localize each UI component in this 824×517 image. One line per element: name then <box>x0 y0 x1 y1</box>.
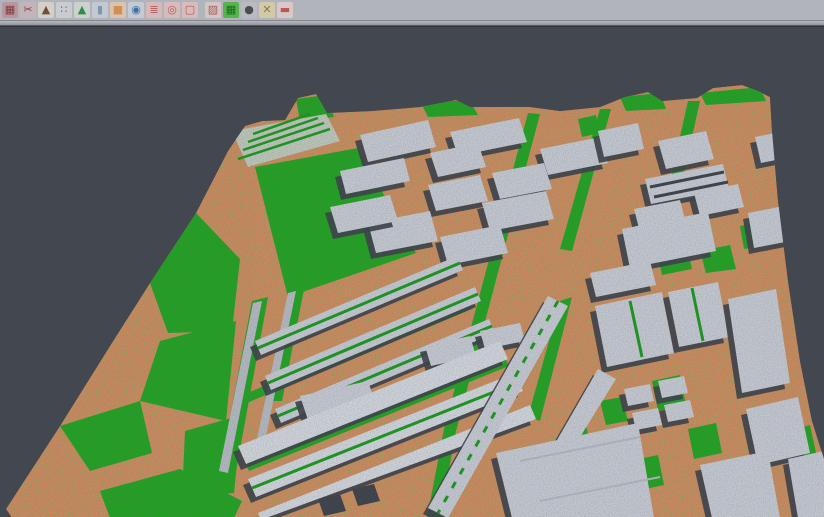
render-icon-glyph: ● <box>244 2 254 18</box>
scissors-icon-glyph: ✂ <box>23 2 32 18</box>
render-icon[interactable]: ● <box>241 2 257 18</box>
terrain-icon-glyph: ▲ <box>42 2 50 18</box>
globe-icon[interactable]: ◉ <box>128 2 144 18</box>
report-icon-glyph: ≣ <box>149 2 158 18</box>
terrain-icon[interactable]: ▲ <box>38 2 54 18</box>
dem-icon[interactable]: ▲ <box>74 2 90 18</box>
flag-icon-glyph: ▬ <box>280 2 290 18</box>
classification-icon[interactable]: ▦ <box>223 2 239 18</box>
dataset-icon-glyph: ▦ <box>5 2 15 18</box>
3d-viewport-canvas[interactable] <box>0 27 824 517</box>
report-icon[interactable]: ≣ <box>146 2 162 18</box>
classified-point-cloud <box>0 27 824 517</box>
3d-viewport[interactable] <box>0 26 824 517</box>
point-cloud-icon[interactable]: ∷ <box>56 2 72 18</box>
profile-icon-glyph: ▮ <box>97 2 103 18</box>
globe-icon-glyph: ◉ <box>131 2 141 18</box>
measure-icon[interactable]: ✕ <box>259 2 275 18</box>
point-cloud-dither-noise <box>0 27 824 517</box>
flag-icon[interactable]: ▬ <box>277 2 293 18</box>
select-area-icon[interactable]: ▢ <box>182 2 198 18</box>
settings-icon[interactable]: ◎ <box>164 2 180 18</box>
dem-icon-glyph: ▲ <box>78 2 86 18</box>
point-cloud-icon-glyph: ∷ <box>61 2 68 18</box>
select-area-icon-glyph: ▢ <box>185 2 195 18</box>
scissors-icon[interactable]: ✂ <box>20 2 36 18</box>
point-cloud-app-window: ▦ ✂ ▲ ∷ ▲ ▮ ■ ◉ ≣ ◎ ▢ ▨ ▦ ● ✕ ▬ <box>0 0 824 517</box>
main-toolbar: ▦ ✂ ▲ ∷ ▲ ▮ ■ ◉ ≣ ◎ ▢ ▨ ▦ ● ✕ ▬ <box>0 0 824 21</box>
classification-icon-glyph: ▦ <box>226 2 236 18</box>
raster-icon[interactable]: ▨ <box>205 2 221 18</box>
dataset-icon[interactable]: ▦ <box>2 2 18 18</box>
raster-icon-glyph: ▨ <box>208 2 218 18</box>
settings-icon-glyph: ◎ <box>167 2 177 18</box>
measure-icon-glyph: ✕ <box>262 2 271 18</box>
ortho-icon[interactable]: ■ <box>110 2 126 18</box>
ortho-icon-glyph: ■ <box>113 2 123 18</box>
profile-icon[interactable]: ▮ <box>92 2 108 18</box>
